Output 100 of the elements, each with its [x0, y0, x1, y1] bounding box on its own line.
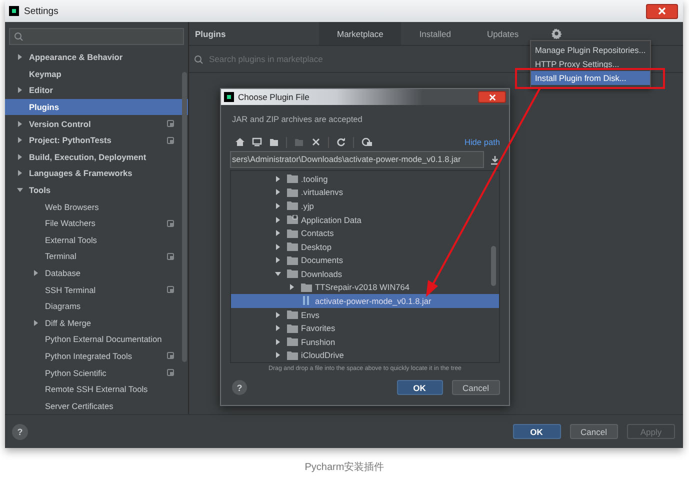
collapsed-arrow-icon	[17, 54, 23, 60]
sidebar-item[interactable]: Tools	[5, 182, 188, 198]
collapsed-arrow-icon	[275, 176, 281, 182]
collapsed-arrow-icon	[17, 120, 23, 127]
sidebar-item[interactable]: Python Scientific	[5, 364, 188, 381]
folder-icon	[287, 201, 298, 210]
dialog-button[interactable]: Cancel	[452, 380, 500, 395]
tree-item[interactable]: TTSrepair-v2018 WIN764	[231, 280, 499, 294]
collapsed-arrow-icon	[17, 170, 23, 176]
download-icon[interactable]	[490, 154, 500, 164]
window-title: Settings	[24, 6, 58, 16]
folder-icon[interactable]	[269, 137, 279, 147]
collapsed-arrow-icon	[33, 320, 39, 326]
delete-icon[interactable]	[311, 137, 321, 147]
search-icon	[194, 54, 204, 64]
collapsed-arrow-icon	[275, 230, 281, 236]
collapsed-arrow-icon	[275, 312, 281, 318]
sidebar-item[interactable]: Server Certificates	[5, 397, 188, 414]
expanded-arrow-icon	[275, 270, 281, 277]
collapsed-arrow-icon	[275, 189, 281, 196]
sidebar-item[interactable]: Remote SSH External Tools	[5, 380, 188, 398]
collapsed-arrow-icon	[17, 87, 23, 94]
hide-path-link[interactable]: Hide path	[464, 137, 500, 147]
dialog-title: Choose Plugin File	[238, 92, 310, 102]
folder-icon	[287, 310, 298, 320]
tab[interactable]: Marketplace	[319, 22, 402, 45]
sidebar-item[interactable]: SSH Terminal	[5, 281, 188, 298]
sidebar-item[interactable]: Appearance & Behavior	[5, 49, 188, 66]
monitor-icon[interactable]	[252, 137, 262, 147]
folder-icon	[287, 228, 298, 238]
expanded-arrow-icon	[17, 187, 23, 194]
jar-file-icon	[301, 296, 312, 306]
sidebar-item[interactable]: Python External Documentation	[5, 331, 188, 348]
close-button[interactable]	[478, 91, 506, 103]
folder-icon	[301, 282, 312, 292]
folder-shortcut-icon	[287, 215, 298, 224]
tree-item[interactable]: Application Data	[231, 212, 499, 226]
tree-item[interactable]: Desktop	[231, 240, 499, 254]
menu-item[interactable]: Manage Plugin Repositories...	[531, 43, 650, 57]
sidebar-item[interactable]: Plugins	[5, 98, 188, 116]
collapsed-arrow-icon	[275, 257, 281, 264]
sidebar-item[interactable]: Keymap	[5, 66, 188, 82]
tree-item[interactable]: Favorites	[231, 321, 499, 335]
folder-icon	[287, 174, 298, 184]
settings-icon[interactable]	[550, 28, 562, 39]
tree-item[interactable]: Downloads	[231, 267, 499, 281]
collapsed-arrow-icon	[275, 244, 281, 250]
folder-icon	[287, 337, 298, 346]
folder-icon	[287, 324, 298, 333]
help-button[interactable]: ?	[12, 424, 28, 440]
tree-item[interactable]: iCloudDrive	[231, 348, 499, 362]
sidebar-item[interactable]: Diagrams	[5, 298, 188, 314]
collapsed-arrow-icon	[275, 338, 281, 345]
dialog-button[interactable]: OK	[512, 424, 561, 439]
tree-item[interactable]: activate-power-mode_v0.1.8.jar	[231, 294, 499, 308]
tree-item[interactable]: Documents	[231, 253, 499, 268]
menu-item[interactable]: HTTP Proxy Settings...	[531, 57, 650, 71]
dialog-button[interactable]: OK	[396, 380, 443, 395]
sidebar-item[interactable]: Project: PythonTests	[5, 132, 188, 149]
home-icon[interactable]	[235, 137, 245, 147]
image-caption: Pycharm安装插件	[304, 460, 386, 474]
sidebar-item[interactable]: Languages & Frameworks	[5, 165, 188, 182]
folder-icon	[287, 242, 298, 252]
tab[interactable]: Installed	[401, 22, 469, 45]
tree-item[interactable]: Funshion	[231, 334, 499, 349]
path-field[interactable]: sers\Administrator\Downloads\activate-power-mode_v0.1.8.jar	[230, 151, 484, 168]
tree-item[interactable]: .virtualenvs	[231, 186, 499, 200]
sidebar-item[interactable]: Web Browsers	[5, 198, 188, 215]
sidebar-item[interactable]: Build, Execution, Deployment	[5, 148, 188, 166]
folder-icon	[287, 350, 298, 360]
dialog-button[interactable]: Cancel	[570, 424, 618, 439]
page-title: Plugins	[195, 28, 227, 38]
sidebar-item[interactable]: Terminal	[5, 248, 188, 265]
tree-item[interactable]: Contacts	[231, 226, 499, 240]
collapsed-arrow-icon	[33, 270, 39, 276]
sidebar-item[interactable]: File Watchers	[5, 214, 188, 232]
sidebar-item[interactable]: Python Integrated Tools	[5, 348, 188, 364]
app-logo-icon	[224, 92, 234, 102]
app-logo-icon	[9, 6, 19, 16]
sidebar-item[interactable]: External Tools	[5, 232, 188, 248]
collapsed-arrow-icon	[289, 284, 295, 290]
folder-icon	[287, 256, 298, 265]
tab[interactable]: Updates	[468, 22, 537, 45]
tree-item[interactable]: Envs	[231, 308, 499, 322]
sidebar-item[interactable]: Version Control	[5, 115, 188, 132]
tree-item[interactable]: .tooling	[231, 172, 499, 186]
collapsed-arrow-icon	[17, 154, 23, 160]
hidden-files-icon[interactable]	[361, 137, 373, 147]
close-button[interactable]	[646, 4, 678, 18]
sidebar-item[interactable]: Editor	[5, 82, 188, 99]
tree-item[interactable]: .yjp	[231, 199, 499, 213]
menu-item[interactable]: Install Plugin from Disk...	[531, 71, 650, 85]
sidebar-item[interactable]: Database	[5, 264, 188, 282]
search-field[interactable]	[9, 28, 184, 45]
close-icon	[488, 94, 496, 100]
search-icon	[14, 32, 24, 41]
refresh-icon[interactable]	[336, 137, 346, 147]
collapsed-arrow-icon	[275, 352, 281, 358]
sidebar-item[interactable]: Diff & Merge	[5, 314, 188, 332]
help-button[interactable]: ?	[232, 380, 247, 395]
